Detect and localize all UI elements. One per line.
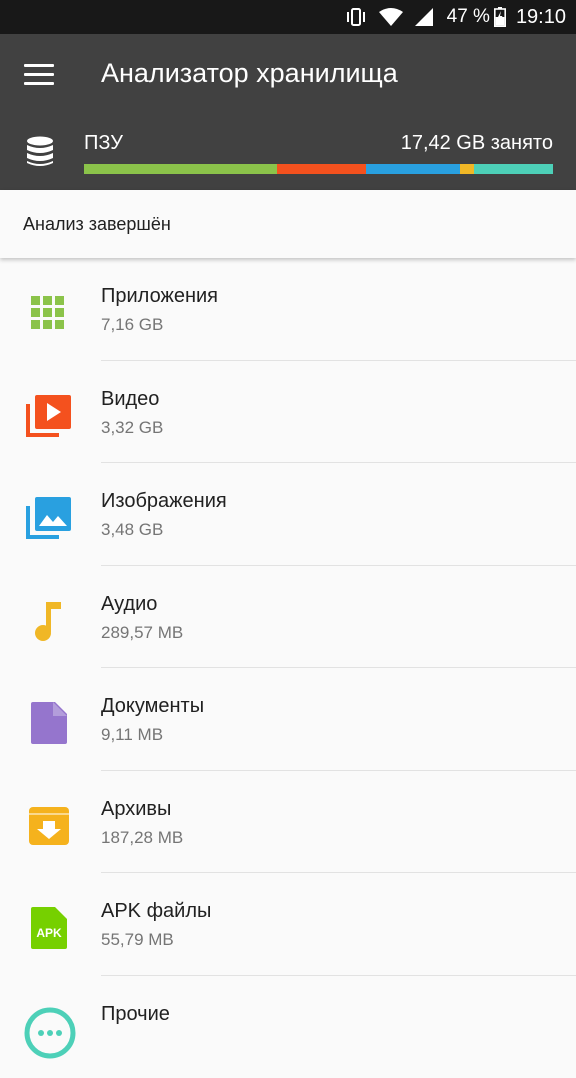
list-item-apk[interactable]: APK APK файлы 55,79 MB: [0, 873, 576, 976]
category-list: Приложения 7,16 GB Видео 3,32 GB Изображ…: [0, 258, 576, 1078]
page-title: Анализатор хранилища: [101, 58, 398, 89]
other-files-icon: [23, 1006, 75, 1056]
document-icon: [23, 698, 75, 748]
status-bar: 47 % 19:10: [0, 0, 576, 34]
item-name: APK файлы: [101, 900, 211, 923]
item-size: 3,48 GB: [101, 520, 163, 540]
item-name: Видео: [101, 388, 159, 411]
item-size: 289,57 MB: [101, 623, 183, 643]
analysis-status-text: Анализ завершён: [23, 214, 171, 235]
item-size: 55,79 MB: [101, 930, 174, 950]
item-size: 9,11 MB: [101, 725, 163, 745]
item-name: Документы: [101, 695, 204, 718]
storage-label: ПЗУ: [84, 132, 123, 155]
apps-grid-icon: [23, 288, 75, 338]
list-item-video[interactable]: Видео 3,32 GB: [0, 361, 576, 464]
battery-charging-icon: [494, 7, 506, 27]
storage-segment-3: [460, 164, 474, 174]
apk-icon: APK: [23, 903, 75, 953]
storage-segment-4: [474, 164, 553, 174]
archive-icon: [23, 801, 75, 851]
item-size: 187,28 MB: [101, 828, 183, 848]
storage-segment-2: [366, 164, 460, 174]
cellular-signal-icon: [415, 8, 433, 26]
item-name: Изображения: [101, 490, 227, 513]
list-item-other[interactable]: Прочие: [0, 976, 576, 1078]
battery-percent: 47 %: [447, 6, 490, 28]
storage-segment-1: [277, 164, 367, 174]
list-item-audio[interactable]: Аудио 289,57 MB: [0, 566, 576, 669]
storage-database-icon: [25, 136, 55, 168]
list-item-images[interactable]: Изображения 3,48 GB: [0, 463, 576, 566]
photo-library-icon: [23, 493, 75, 543]
item-size: 7,16 GB: [101, 315, 163, 335]
storage-segment-0: [84, 164, 277, 174]
item-name: Приложения: [101, 285, 218, 308]
music-note-icon: [23, 596, 75, 646]
clock: 19:10: [516, 6, 566, 29]
item-size: 3,32 GB: [101, 418, 163, 438]
wifi-icon: [379, 8, 403, 26]
item-name: Прочие: [101, 1003, 170, 1026]
storage-used: 17,42 GB занято: [401, 132, 553, 155]
analysis-status-bar: Анализ завершён: [0, 190, 576, 258]
list-item-documents[interactable]: Документы 9,11 MB: [0, 668, 576, 771]
apk-icon-label: APK: [36, 926, 62, 940]
item-name: Архивы: [101, 798, 171, 821]
video-library-icon: [23, 391, 75, 441]
storage-usage-bar: [84, 164, 553, 174]
item-name: Аудио: [101, 593, 157, 616]
menu-icon[interactable]: [24, 64, 54, 86]
list-item-archives[interactable]: Архивы 187,28 MB: [0, 771, 576, 874]
app-bar: Анализатор хранилища ПЗУ 17,42 GB занято: [0, 34, 576, 190]
vibrate-icon: [345, 7, 367, 27]
list-item-apps[interactable]: Приложения 7,16 GB: [0, 258, 576, 361]
